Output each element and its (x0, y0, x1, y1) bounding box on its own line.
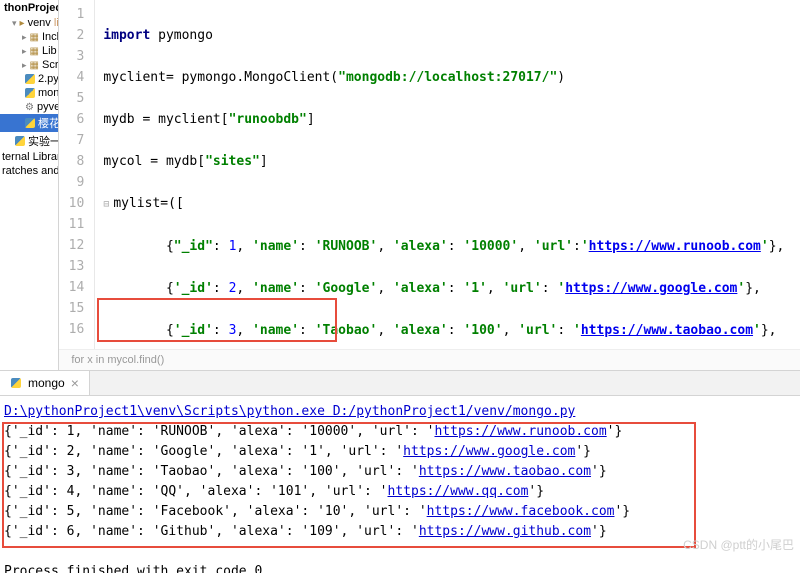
t: ] (307, 112, 315, 127)
line-num: 9 (59, 172, 84, 193)
project-tree[interactable]: thonProject1 D:\py ▾▸venv library root ▸… (0, 0, 59, 370)
t: '} (614, 504, 630, 519)
t: mycol = mydb[ (103, 154, 205, 169)
tree-2py[interactable]: 2.py (0, 72, 58, 86)
line-num: 3 (59, 46, 84, 67)
line-num: 2 (59, 25, 84, 46)
line-gutter: 1 2 3 4 5 6 7 8 9 10 11 12 13 14 15 16 (59, 0, 95, 349)
breadcrumb: for x in mycol.find() (59, 349, 800, 370)
close-icon[interactable]: × (71, 375, 79, 391)
t: myclient= pymongo.MongoClient( (103, 70, 338, 85)
t: https://www.github.com (419, 524, 591, 539)
t: '} (591, 524, 607, 539)
project-header: thonProject1 D:\py (0, 0, 58, 16)
run-tabs: mongo × (0, 370, 800, 396)
t: ] (260, 154, 268, 169)
tree-lib[interactable]: ▸▦Lib (0, 44, 58, 58)
t: https://www.google.com (403, 444, 575, 459)
t: "sites" (205, 154, 260, 169)
exit-code: Process finished with exit code 0 (4, 562, 796, 573)
line-num: 1 (59, 4, 84, 25)
t: https://www.runoob.com (434, 424, 606, 439)
t: "runoobdb" (229, 112, 307, 127)
t: '} (528, 484, 544, 499)
t: {'_id': 6, 'name': 'Github', 'alexa': '1… (4, 524, 419, 539)
tree-mongopy[interactable]: mongo.py (0, 86, 58, 100)
tree-pyvenv[interactable]: ⚙pyvenv.cfg (0, 100, 58, 114)
console-output[interactable]: D:\pythonProject1\venv\Scripts\python.ex… (0, 396, 800, 573)
line-num: 15 (59, 298, 84, 319)
tree-sakura[interactable]: 樱花树.py (0, 114, 58, 132)
tree-extlibs[interactable]: ternal Libraries (0, 150, 58, 164)
tree-exp1[interactable]: 实验一.py (0, 132, 58, 150)
t: https://www.facebook.com (427, 504, 615, 519)
t: {'_id': 5, 'name': 'Facebook', 'alexa': … (4, 504, 427, 519)
tree-label: ratches and Console (2, 165, 59, 177)
line-num: 8 (59, 151, 84, 172)
tree-label: ternal Libraries (2, 151, 59, 163)
t: mydb = myclient[ (103, 112, 228, 127)
t: ) (557, 70, 565, 85)
line-num: 4 (59, 67, 84, 88)
tab-mongo[interactable]: mongo × (0, 371, 90, 395)
tree-scratches[interactable]: ratches and Console (0, 164, 58, 178)
t: {'_id': 1, 'name': 'RUNOOB', 'alexa': '1… (4, 424, 434, 439)
tree-label: Scripts (42, 59, 59, 71)
t: '} (591, 464, 607, 479)
t: {'_id': 2, 'name': 'Google', 'alexa': '1… (4, 444, 403, 459)
line-num: 10 (59, 193, 84, 214)
t: {'_id': 4, 'name': 'QQ', 'alexa': '101',… (4, 484, 388, 499)
editor-area: 1 2 3 4 5 6 7 8 9 10 11 12 13 14 15 16 i… (59, 0, 800, 370)
tree-label: Lib (42, 45, 57, 57)
project-name: thonProject1 (4, 2, 59, 14)
tree-label: mongo.py (38, 87, 59, 99)
watermark: CSDN @ptt的小尾巴 (683, 535, 794, 555)
console-path: D:\pythonProject1\venv\Scripts\python.ex… (4, 404, 575, 419)
line-num: 14 (59, 277, 84, 298)
line-num: 5 (59, 88, 84, 109)
t: '} (575, 444, 591, 459)
line-num: 7 (59, 130, 84, 151)
t: {'_id': 3, 'name': 'Taobao', 'alexa': '1… (4, 464, 419, 479)
t: "mongodb://localhost:27017/" (338, 70, 557, 85)
tree-label: 实验一.py (28, 133, 59, 149)
line-num: 6 (59, 109, 84, 130)
line-num: 16 (59, 319, 84, 340)
tree-label: Include (42, 31, 59, 43)
line-num: 12 (59, 235, 84, 256)
tree-venv[interactable]: ▾▸venv library root (0, 16, 58, 30)
t: import (103, 28, 150, 43)
t: mylist=([ (113, 196, 183, 211)
t: pymongo (150, 28, 213, 43)
line-num: 13 (59, 256, 84, 277)
tree-label: 樱花树.py (38, 115, 59, 131)
tree-label: venv (28, 17, 51, 29)
t: https://www.taobao.com (419, 464, 591, 479)
line-num: 11 (59, 214, 84, 235)
tree-label: pyvenv.cfg (37, 101, 59, 113)
tree-label: 2.py (38, 73, 59, 85)
t: '} (607, 424, 623, 439)
t: https://www.qq.com (388, 484, 529, 499)
tree-scripts[interactable]: ▸▦Scripts (0, 58, 58, 72)
tab-label: mongo (28, 376, 65, 390)
code-editor[interactable]: import pymongo myclient= pymongo.MongoCl… (95, 0, 800, 349)
tree-include[interactable]: ▸▦Include (0, 30, 58, 44)
